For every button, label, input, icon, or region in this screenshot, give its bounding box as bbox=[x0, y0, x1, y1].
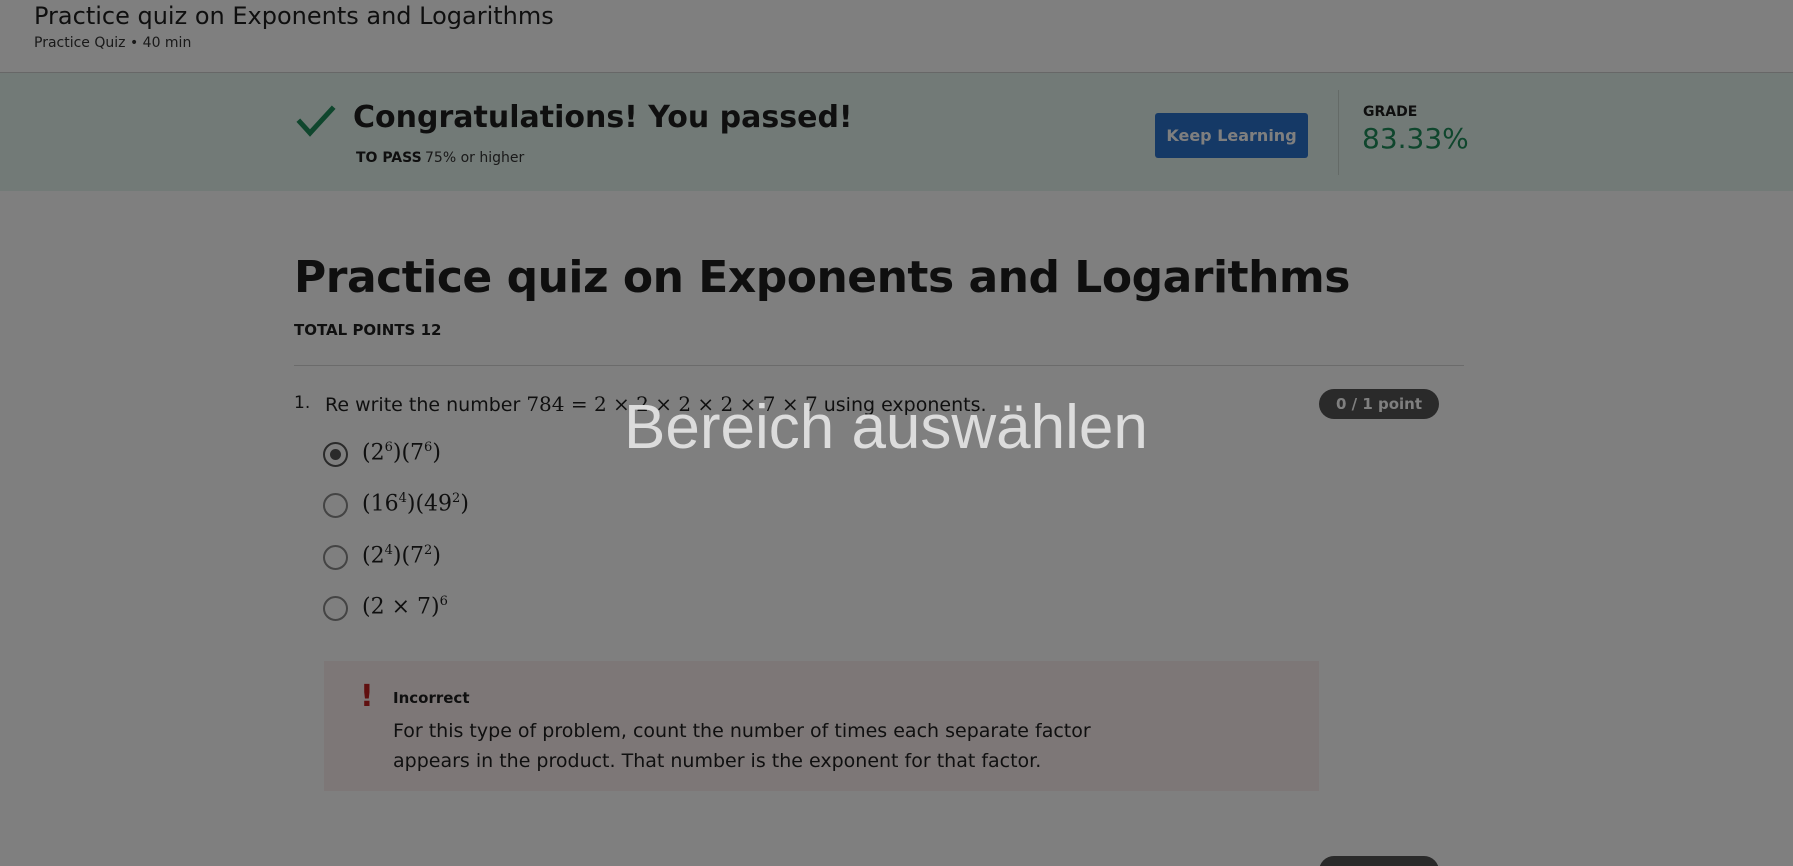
overlay-text: Bereich auswählen bbox=[624, 393, 1148, 462]
